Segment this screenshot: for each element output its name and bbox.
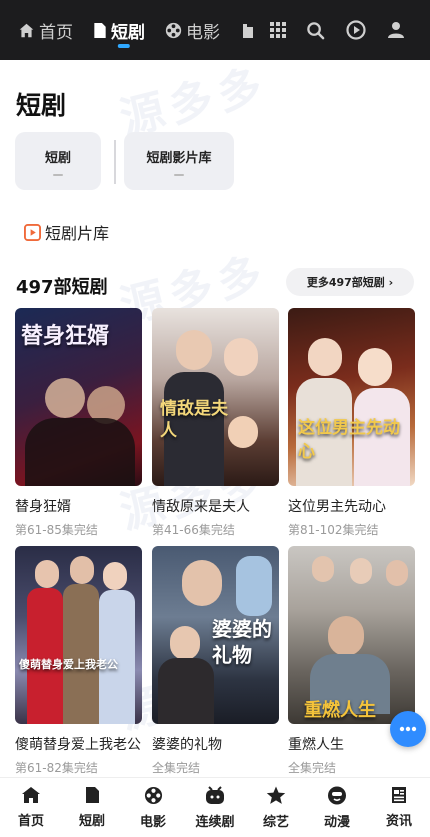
poster-image: 替身狂婿 <box>15 308 142 486</box>
category-button-shortdrama[interactable]: 短剧 <box>15 132 101 190</box>
search-icon[interactable] <box>303 18 327 42</box>
card-episodes: 第61-85集完结 <box>15 523 98 537</box>
card-title: 替身狂婿 <box>15 499 71 515</box>
film-reel-icon <box>165 22 182 38</box>
poster-title: 重燃人生 <box>304 700 376 721</box>
bottom-nav-variety[interactable]: 综艺 <box>246 786 306 830</box>
more-button[interactable]: 更多497部短剧 › <box>286 268 414 296</box>
bottom-nav-movie[interactable]: 电影 <box>123 786 183 830</box>
nav-item-movie[interactable]: 电影 <box>165 0 220 60</box>
drama-card[interactable]: 这位男主先动心 这位男主先动心 第81-102集完结 <box>288 308 415 538</box>
card-title: 婆婆的礼物 <box>152 737 222 753</box>
star-icon <box>266 786 286 804</box>
library-label: 短剧片库 <box>45 224 110 243</box>
card-episodes: 第61-82集完结 <box>15 761 98 775</box>
nav-item-label: 电影 <box>186 22 220 43</box>
card-episodes: 第81-102集完结 <box>288 523 379 537</box>
nav-item-label: 短剧 <box>111 22 145 43</box>
grid-icon[interactable] <box>266 18 290 42</box>
cartoon-face-icon <box>328 786 346 805</box>
document-icon <box>85 787 99 803</box>
bottom-nav-label: 首页 <box>17 814 44 829</box>
bottom-nav-label: 连续剧 <box>195 815 235 830</box>
divider <box>114 140 116 184</box>
user-icon[interactable] <box>384 18 408 42</box>
nav-item-shortdrama[interactable]: 短剧 <box>93 0 145 60</box>
poster-title: 替身狂婿 <box>21 323 110 349</box>
drama-card[interactable]: 情敌是夫人 情敌原来是夫人 第41-66集完结 <box>152 308 279 538</box>
top-navigation: 首页 短剧 电影 <box>0 0 430 60</box>
category-underline <box>53 173 63 176</box>
category-label: 短剧 <box>44 150 71 166</box>
document-icon <box>94 22 106 38</box>
poster-title: 婆婆的礼物 <box>212 617 272 667</box>
bottom-nav-label: 资讯 <box>385 814 412 829</box>
card-title: 情敌原来是夫人 <box>152 499 250 515</box>
drama-card[interactable]: 替身狂婿 替身狂婿 第61-85集完结 <box>15 308 142 538</box>
poster-image: 婆婆的礼物 <box>152 546 279 724</box>
poster-title: 傻萌替身爱上我老公 <box>19 658 118 671</box>
nav-item-label: 首页 <box>39 22 73 43</box>
drama-card[interactable]: 傻萌替身爱上我老公 傻萌替身爱上我老公 第61-82集完结 <box>15 546 142 776</box>
film-reel-icon <box>144 786 162 805</box>
category-label: 短剧影片库 <box>146 150 212 166</box>
bottom-nav-home[interactable]: 首页 <box>1 786 61 829</box>
bottom-nav-label: 短剧 <box>78 814 105 829</box>
category-button-library[interactable]: 短剧影片库 <box>124 132 234 190</box>
drama-card[interactable]: 婆婆的礼物 婆婆的礼物 全集完结 <box>152 546 279 776</box>
poster-image: 傻萌替身爱上我老公 <box>15 546 142 724</box>
play-circle-icon[interactable] <box>344 18 368 42</box>
card-title: 傻萌替身爱上我老公 <box>15 737 141 753</box>
page-title: 短剧 <box>16 91 67 120</box>
poster-image: 重燃人生 <box>288 546 415 724</box>
bottom-nav-news[interactable]: 资讯 <box>369 786 429 829</box>
home-icon <box>22 787 40 803</box>
poster-image: 情敌是夫人 <box>152 308 279 486</box>
bottom-nav-series[interactable]: 连续剧 <box>185 786 245 830</box>
nav-item-home[interactable]: 首页 <box>18 0 73 60</box>
bottom-nav-anime[interactable]: 动漫 <box>307 786 367 830</box>
section-title: 497部短剧 <box>16 277 108 298</box>
bottom-navigation: 首页 短剧 电影 连续剧 综艺 动漫 资讯 <box>0 777 430 837</box>
bottom-nav-label: 动漫 <box>323 815 350 830</box>
tv-icon <box>206 786 224 804</box>
poster-title: 这位男主先动心 <box>298 418 400 462</box>
card-episodes: 第41-66集完结 <box>152 523 235 537</box>
bottom-nav-label: 综艺 <box>262 815 289 830</box>
card-episodes: 全集完结 <box>288 761 337 775</box>
card-episodes: 全集完结 <box>152 761 201 775</box>
category-underline <box>174 173 184 176</box>
bottom-nav-label: 电影 <box>139 815 166 830</box>
home-icon <box>19 23 34 37</box>
news-icon <box>392 787 406 803</box>
more-dots-icon <box>399 726 417 732</box>
poster-image: 这位男主先动心 <box>288 308 415 486</box>
card-title: 这位男主先动心 <box>288 499 386 515</box>
video-library-icon <box>24 223 41 241</box>
bottom-nav-shortdrama[interactable]: 短剧 <box>62 786 122 829</box>
more-dots-button[interactable] <box>390 711 426 747</box>
library-link[interactable]: 短剧片库 <box>24 220 109 244</box>
poster-title: 情敌是夫人 <box>160 399 228 441</box>
tv-icon[interactable] <box>236 18 260 42</box>
